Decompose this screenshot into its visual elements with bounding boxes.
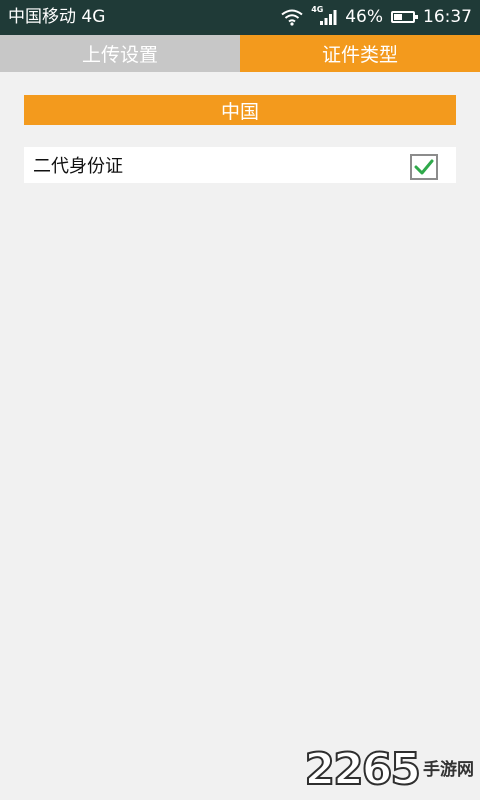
watermark-number: 2265: [304, 744, 422, 795]
clock-time: 16:37: [423, 7, 472, 27]
watermark-text: 手游网: [423, 760, 474, 780]
tab-id-type[interactable]: 证件类型: [240, 35, 480, 72]
status-icons: 4G 46% 16:37: [281, 6, 472, 27]
tab-bar: 上传设置 证件类型: [0, 35, 480, 72]
wifi-icon: [281, 9, 303, 26]
signal-icon: 4G: [311, 6, 337, 27]
checkbox[interactable]: [410, 154, 438, 180]
option-row-second-gen-id[interactable]: 二代身份证: [24, 147, 456, 183]
signal-bars-icon: [320, 10, 337, 25]
section-header-country: 中国: [24, 95, 456, 125]
checkmark-icon: [414, 159, 434, 175]
battery-icon: [391, 11, 418, 23]
battery-level-fill: [394, 14, 402, 20]
tab-upload-settings[interactable]: 上传设置: [0, 35, 240, 72]
battery-percent: 46%: [345, 7, 383, 27]
option-label: 二代身份证: [33, 156, 123, 177]
carrier-name: 中国移动 4G: [8, 7, 106, 27]
watermark-logo: 2265 手游网: [304, 744, 474, 795]
status-bar: 中国移动 4G 4G 46% 16:37: [0, 0, 480, 35]
